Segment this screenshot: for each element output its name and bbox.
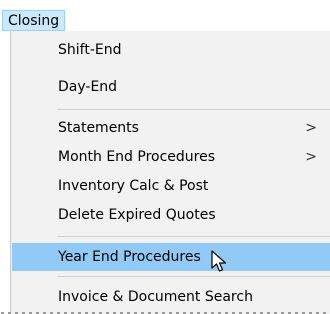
menu-item-label: Invoice & Document Search <box>58 289 253 305</box>
menu-item-label: Day-End <box>58 79 118 95</box>
menu-item-inventory-calc-post[interactable]: Inventory Calc & Post <box>12 172 330 200</box>
menu-separator <box>57 236 330 237</box>
menu-item-label: Shift-End <box>58 42 122 58</box>
menu-item-label: Inventory Calc & Post <box>58 178 209 194</box>
menu-closing[interactable]: Closing <box>2 10 66 31</box>
menu-item-label: Delete Expired Quotes <box>58 207 216 223</box>
closing-dropdown-menu: Shift-End Day-End Statements > Month End… <box>1 31 330 314</box>
arrow-pointer-icon <box>211 250 227 272</box>
menu-item-shift-end[interactable]: Shift-End <box>12 36 330 64</box>
menu-item-label: Statements <box>58 120 139 136</box>
menu-separator <box>57 109 330 110</box>
menu-item-month-end-procedures[interactable]: Month End Procedures > <box>12 143 330 171</box>
chevron-right-icon: > <box>305 149 317 165</box>
menu-separator <box>57 276 330 277</box>
menu-item-statements[interactable]: Statements > <box>12 114 330 142</box>
menu-item-day-end[interactable]: Day-End <box>12 73 330 101</box>
menu-item-year-end-procedures[interactable]: Year End Procedures <box>12 243 330 271</box>
menu-item-label: Month End Procedures <box>58 149 216 165</box>
menu-item-delete-expired-quotes[interactable]: Delete Expired Quotes <box>12 201 330 229</box>
menu-item-invoice-document-search[interactable]: Invoice & Document Search <box>12 283 330 311</box>
menu-item-label: Year End Procedures <box>58 249 201 265</box>
chevron-right-icon: > <box>305 120 317 136</box>
menu-bar: Closing <box>0 0 330 33</box>
